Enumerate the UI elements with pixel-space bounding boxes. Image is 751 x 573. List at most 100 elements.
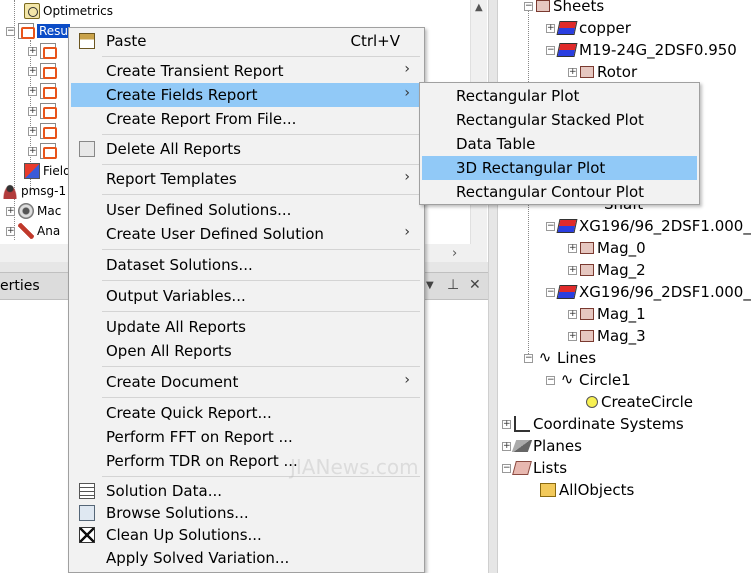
tree-item-create-circle[interactable]: CreateCircle [586, 391, 693, 413]
tree-item-lines[interactable]: − ∿ Lines [524, 347, 596, 369]
tree-item-mag1[interactable]: + Mag_1 [568, 303, 646, 325]
menu-item-clean-up-solutions[interactable]: Clean Up Solutions... [71, 523, 422, 547]
tree-item-label: pmsg-1 [21, 184, 67, 198]
tree-item-optimetrics[interactable]: Optimetrics [24, 1, 113, 21]
menu-item-solution-data[interactable]: Solution Data... [71, 479, 422, 503]
expand-icon[interactable]: + [568, 265, 577, 275]
menu-separator [102, 397, 420, 398]
submenu-item-rectangular-plot[interactable]: Rectangular Plot [422, 84, 697, 108]
menu-separator [102, 366, 420, 367]
menu-item-user-defined-solutions[interactable]: User Defined Solutions... [71, 198, 422, 222]
scroll-up-icon[interactable]: ▲ [475, 2, 483, 13]
tree-item-lists[interactable]: − Lists [502, 457, 567, 479]
tree-item-machine[interactable]: + Mac [6, 201, 61, 221]
collapse-icon[interactable]: − [524, 353, 533, 363]
report-icon [40, 63, 57, 79]
tree-item-report[interactable]: + [28, 141, 59, 161]
menu-item-label: Perform TDR on Report ... [106, 452, 298, 470]
tree-item-design[interactable]: pmsg-1 [2, 181, 66, 201]
tree-item-report[interactable]: + [28, 101, 59, 121]
collapse-icon[interactable]: − [6, 26, 15, 36]
submenu-item-rectangular-contour-plot[interactable]: Rectangular Contour Plot [422, 180, 697, 204]
tree-item-planes[interactable]: + Planes [502, 435, 582, 457]
menu-item-create-user-defined-solution[interactable]: Create User Defined Solution › [71, 222, 422, 246]
tree-item-report[interactable]: + [28, 41, 59, 61]
tree-item-rotor[interactable]: + Rotor [568, 61, 637, 83]
tree-item-all-objects[interactable]: AllObjects [540, 479, 634, 501]
object-icon [580, 242, 594, 254]
expand-icon[interactable]: + [6, 206, 15, 216]
tree-item-label: Mac [37, 204, 62, 218]
menu-item-perform-fft[interactable]: Perform FFT on Report ... [71, 425, 422, 449]
collapse-icon[interactable]: − [546, 221, 555, 231]
object-icon [580, 330, 594, 342]
submenu-item-rectangular-stacked-plot[interactable]: Rectangular Stacked Plot [422, 108, 697, 132]
expand-icon[interactable]: + [28, 46, 37, 56]
submenu-item-3d-rectangular-plot[interactable]: 3D Rectangular Plot [422, 156, 697, 180]
menu-item-browse-solutions[interactable]: Browse Solutions... [71, 501, 422, 525]
menu-item-create-quick-report[interactable]: Create Quick Report... [71, 401, 422, 425]
tree-item-label: Lines [557, 349, 597, 367]
menu-separator [102, 476, 420, 477]
tree-item-label: M19-24G_2DSF0.950 [579, 41, 737, 59]
tree-item-label: Mag_3 [597, 327, 646, 345]
tree-item-results[interactable]: − Resu [6, 21, 71, 41]
menu-item-create-transient-report[interactable]: Create Transient Report › [71, 59, 422, 83]
menu-item-report-templates[interactable]: Report Templates › [71, 167, 422, 191]
tree-item-sheets[interactable]: − Sheets [524, 0, 604, 17]
tree-item-circle1[interactable]: − ∿ Circle1 [546, 369, 631, 391]
collapse-icon[interactable]: − [546, 287, 555, 297]
expand-icon[interactable]: + [502, 419, 511, 429]
object-icon [580, 264, 594, 276]
expand-icon[interactable]: + [28, 106, 37, 116]
tree-item-fields[interactable]: Field [24, 161, 71, 181]
collapse-icon[interactable]: − [546, 45, 555, 55]
collapse-icon[interactable]: − [524, 1, 533, 11]
expand-icon[interactable]: + [28, 146, 37, 156]
close-icon[interactable]: ✕ [469, 277, 481, 293]
tree-item-mag3[interactable]: + Mag_3 [568, 325, 646, 347]
expand-icon[interactable]: + [568, 331, 577, 341]
collapse-icon[interactable]: − [502, 463, 511, 473]
expand-icon[interactable]: + [568, 243, 577, 253]
tree-item-report[interactable]: + [28, 61, 59, 81]
expand-icon[interactable]: + [568, 67, 577, 77]
menu-item-create-document[interactable]: Create Document › [71, 370, 422, 394]
collapse-icon[interactable]: − [546, 375, 555, 385]
expand-icon[interactable]: + [28, 66, 37, 76]
dropdown-icon[interactable]: ▼ [426, 280, 434, 291]
tree-item-analysis[interactable]: + Ana [6, 221, 60, 241]
pin-icon[interactable]: ⊥ [447, 277, 459, 293]
tree-item-copper[interactable]: + copper [546, 17, 631, 39]
menu-item-paste[interactable]: Paste Ctrl+V [71, 29, 422, 53]
menu-item-label: Open All Reports [106, 342, 232, 360]
tree-item-xg-n[interactable]: − XG196/96_2DSF1.000_N [546, 215, 751, 237]
expand-icon[interactable]: + [546, 23, 555, 33]
menu-item-update-all-reports[interactable]: Update All Reports [71, 315, 422, 339]
tree-item-coordinate-systems[interactable]: + Coordinate Systems [502, 413, 684, 435]
menu-item-create-fields-report[interactable]: Create Fields Report › [71, 83, 422, 107]
menu-item-create-report-from-file[interactable]: Create Report From File... [71, 107, 422, 131]
menu-item-output-variables[interactable]: Output Variables... [71, 284, 422, 308]
line-icon: ∿ [560, 370, 574, 388]
tree-item-mag0[interactable]: + Mag_0 [568, 237, 646, 259]
submenu-item-data-table[interactable]: Data Table [422, 132, 697, 156]
expand-icon[interactable]: + [568, 309, 577, 319]
expand-icon[interactable]: + [6, 226, 15, 236]
menu-item-apply-solved-variation[interactable]: Apply Solved Variation... [71, 546, 422, 570]
scroll-right-icon[interactable]: › [452, 246, 457, 261]
tree-item-m19[interactable]: − M19-24G_2DSF0.950 [546, 39, 737, 61]
menu-item-open-all-reports[interactable]: Open All Reports [71, 339, 422, 363]
tree-item-report[interactable]: + [28, 121, 59, 141]
menu-item-perform-tdr[interactable]: Perform TDR on Report ... [71, 449, 422, 473]
tree-item-xg-s[interactable]: − XG196/96_2DSF1.000_S [546, 281, 751, 303]
tree-item-report[interactable]: + [28, 81, 59, 101]
expand-icon[interactable]: + [28, 126, 37, 136]
expand-icon[interactable]: + [502, 441, 511, 451]
expand-icon[interactable]: + [28, 86, 37, 96]
menu-item-label: Create Report From File... [106, 110, 297, 128]
menu-item-delete-all-reports[interactable]: Delete All Reports [71, 137, 422, 161]
menu-item-dataset-solutions[interactable]: Dataset Solutions... [71, 253, 422, 277]
tree-item-mag2[interactable]: + Mag_2 [568, 259, 646, 281]
line-icon: ∿ [538, 348, 552, 366]
